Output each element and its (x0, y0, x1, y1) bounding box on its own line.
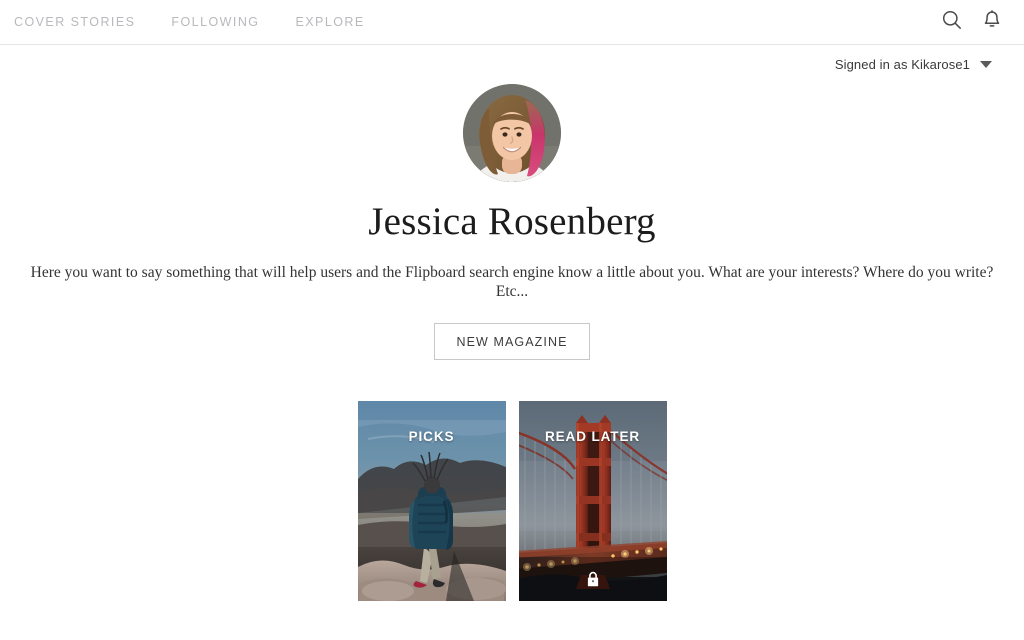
page-title: Jessica Rosenberg (368, 200, 656, 243)
nav-item-following[interactable]: FOLLOWING (171, 15, 259, 29)
new-magazine-button[interactable]: NEW MAGAZINE (434, 322, 590, 361)
new-magazine-wrapper: NEW MAGAZINE (0, 322, 1024, 361)
header-actions (932, 0, 1012, 45)
bell-icon (981, 9, 1003, 36)
magazine-card-read-later[interactable]: READ LATER (518, 401, 667, 602)
nav-item-explore[interactable]: EXPLORE (295, 15, 364, 29)
magazine-title: READ LATER (545, 429, 640, 445)
magazine-grid: PICKS READ LATER (0, 401, 1024, 602)
signed-in-label: Signed in as Kikarose1 (834, 56, 970, 72)
avatar-photo (463, 84, 561, 182)
search-icon (941, 9, 963, 36)
nav-item-cover-stories[interactable]: COVER STORIES (14, 15, 135, 29)
magazine-card-picks[interactable]: PICKS (357, 401, 506, 602)
search-button[interactable] (932, 3, 972, 43)
profile-bio: Here you want to say something that will… (30, 264, 994, 301)
magazine-title: PICKS (408, 429, 455, 445)
chevron-down-icon[interactable] (980, 60, 992, 68)
primary-nav: COVER STORIES FOLLOWING EXPLORE (14, 15, 365, 29)
avatar-wrapper (0, 84, 1024, 182)
profile-section: Jessica Rosenberg Here you want to say s… (0, 84, 1024, 361)
account-menu[interactable]: Signed in as Kikarose1 (0, 45, 1024, 83)
lock-icon (586, 571, 599, 592)
avatar[interactable] (463, 84, 561, 182)
top-header: COVER STORIES FOLLOWING EXPLORE (0, 0, 1024, 45)
notifications-button[interactable] (972, 3, 1012, 43)
